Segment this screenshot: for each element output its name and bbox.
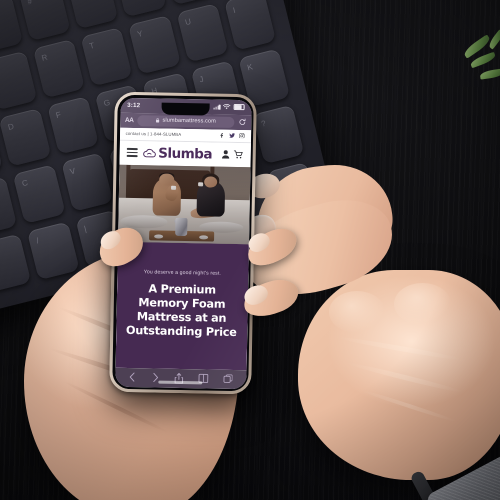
keyboard-key: Y xyxy=(128,15,181,75)
keyboard-key-label: # xyxy=(26,0,34,7)
keyboard-key-label: I xyxy=(232,5,237,16)
keyboard-key: # xyxy=(18,0,71,42)
contact-text[interactable]: contact us | 1-844-SLUMBA xyxy=(126,131,182,137)
right-hand-back xyxy=(298,270,500,480)
keyboard-key-label: C xyxy=(21,178,30,189)
brand-name: Slumba xyxy=(158,145,213,163)
battery-icon xyxy=(233,103,245,111)
knuckle xyxy=(328,291,386,333)
social-links xyxy=(219,132,245,139)
keyboard-key-label: D xyxy=(6,121,16,132)
keyboard-key: D xyxy=(0,107,52,167)
knuckle xyxy=(393,282,451,325)
keyboard-key: R xyxy=(32,38,85,98)
tabs-icon[interactable] xyxy=(223,374,233,384)
hero-kicker: You deserve a good night's rest. xyxy=(143,269,222,277)
keyboard-key-label: Y xyxy=(136,28,145,40)
keyboard-key: F xyxy=(46,95,100,155)
url-field[interactable]: slumbamattress.com xyxy=(137,114,234,128)
keyboard-key-label: F xyxy=(54,109,63,120)
keyboard-key: U xyxy=(176,3,229,63)
site-logo[interactable]: Slumba xyxy=(141,145,212,162)
keyboard-key: % xyxy=(114,0,167,18)
keyboard-key-label: R xyxy=(40,52,49,63)
text-size-button[interactable]: AA xyxy=(125,116,134,123)
lock-icon xyxy=(156,118,160,123)
status-bar-time: 3:12 xyxy=(127,101,141,109)
keyboard-key: C xyxy=(13,164,66,224)
facebook-icon[interactable] xyxy=(219,132,224,138)
tendon xyxy=(360,388,458,424)
url-text: slumbamattress.com xyxy=(162,117,216,125)
reload-icon[interactable] xyxy=(238,118,246,126)
hero-text-block: You deserve a good night's rest. A Premi… xyxy=(115,241,249,370)
instagram-icon[interactable] xyxy=(239,132,245,139)
keyboard-key: I xyxy=(223,0,277,51)
twitter-icon[interactable] xyxy=(228,132,235,139)
keyboard-key-label: V xyxy=(68,166,77,177)
tendon xyxy=(347,360,463,395)
shopping-cart-icon[interactable] xyxy=(233,150,244,159)
tendon xyxy=(337,334,464,362)
keyboard-key-label: K xyxy=(246,61,254,72)
keyboard-key-label: T xyxy=(88,40,96,51)
keyboard-key-label: J xyxy=(198,74,205,84)
plant-leaf xyxy=(460,29,500,88)
keyboard-key: @ xyxy=(0,0,23,54)
keyboard-key: E xyxy=(0,50,38,110)
hero-headline: A Premium Memory Foam Mattress at an Out… xyxy=(125,282,237,339)
photo-scene: ~!@#$%^&QWERTYUIASDFGHJKZXCVBNM?<>/|:;'[ xyxy=(0,0,500,500)
hamburger-menu-icon[interactable] xyxy=(126,147,138,158)
keyboard-key-label: G xyxy=(102,97,112,108)
browser-toolbar[interactable] xyxy=(114,367,247,389)
phone-notch xyxy=(161,102,210,115)
keyboard-key: $ xyxy=(66,0,119,30)
keyboard-key: T xyxy=(80,27,133,86)
right-hand xyxy=(235,159,500,500)
user-account-icon[interactable] xyxy=(222,150,230,159)
site-navbar: Slumba xyxy=(118,140,251,167)
keyboard-key: V xyxy=(60,152,114,212)
back-icon[interactable] xyxy=(128,372,136,382)
wifi-icon xyxy=(222,103,231,110)
cloud-logo-icon xyxy=(142,148,156,157)
keyboard-key-label: U xyxy=(184,16,193,28)
cellular-signal-icon xyxy=(213,104,221,110)
keyboard-key-label: ? xyxy=(260,118,268,129)
keyboard-key: ? xyxy=(252,104,305,164)
